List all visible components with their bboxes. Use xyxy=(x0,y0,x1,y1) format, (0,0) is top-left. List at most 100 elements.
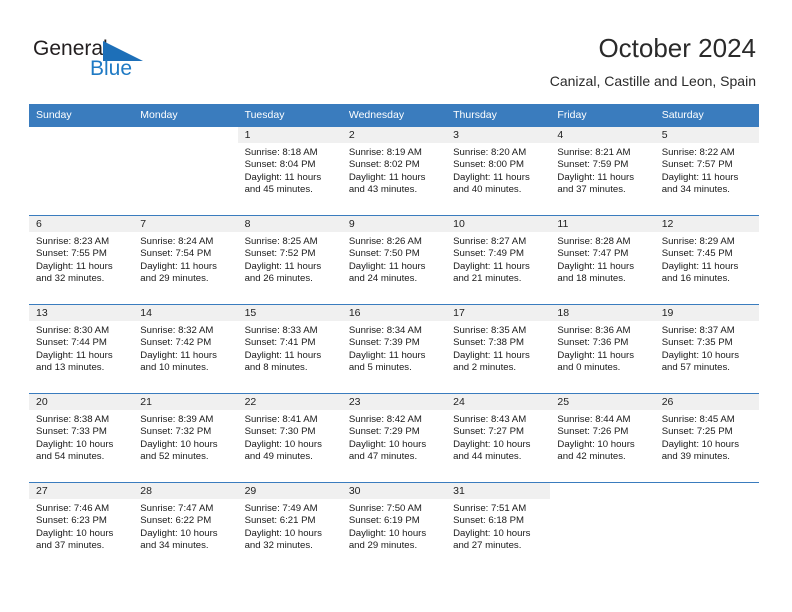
day-cell[interactable]: 25 Sunrise: 8:44 AM Sunset: 7:26 PM Dayligh… xyxy=(550,393,655,482)
sunrise-text: Sunrise: 8:39 AM xyxy=(140,414,214,425)
day-number: 22 xyxy=(237,394,342,410)
day-cell[interactable]: 17 Sunrise: 8:35 AM Sunset: 7:38 PM Dayligh… xyxy=(446,304,551,393)
calendar-week-row: 27 Sunrise: 7:46 AM Sunset: 6:23 PM Dayligh… xyxy=(29,482,759,571)
day-number: 12 xyxy=(654,216,759,232)
weekday-header-monday: Monday xyxy=(133,104,238,126)
day-details: Sunrise: 8:18 AM Sunset: 8:04 PM Daylight:… xyxy=(238,143,342,196)
day-cell[interactable]: 30 Sunrise: 7:50 AM Sunset: 6:19 PM Dayligh… xyxy=(341,482,447,571)
daylight-text-line2: and 52 minutes. xyxy=(140,450,209,462)
sunset-text: Sunset: 8:00 PM xyxy=(453,159,525,171)
day-cell[interactable]: 7 Sunrise: 8:24 AM Sunset: 7:54 PM Daylight… xyxy=(133,215,238,304)
day-cell-empty xyxy=(550,482,655,571)
daylight-text-line1: Daylight: 11 hours xyxy=(557,171,635,183)
daylight-text-line1: Daylight: 11 hours xyxy=(453,171,530,183)
sunrise-text: Sunrise: 8:19 AM xyxy=(348,147,422,158)
sunrise-text: Sunrise: 8:33 AM xyxy=(244,325,318,336)
day-details: Sunrise: 8:21 AM Sunset: 7:59 PM Daylight:… xyxy=(550,143,654,196)
sunrise-text: Sunrise: 8:26 AM xyxy=(348,236,422,247)
day-details: Sunrise: 8:26 AM Sunset: 7:50 PM Daylight:… xyxy=(342,232,446,285)
daylight-text-line1: Daylight: 11 hours xyxy=(348,171,426,183)
day-number: 5 xyxy=(654,127,759,143)
sunset-text: Sunset: 6:21 PM xyxy=(244,515,316,527)
day-cell[interactable]: 26 Sunrise: 8:45 AM Sunset: 7:25 PM Dayligh… xyxy=(654,393,759,482)
calendar-cell: 30 Sunrise: 7:50 AM Sunset: 6:19 PM Dayligh… xyxy=(341,482,447,571)
sunrise-text: Sunrise: 8:45 AM xyxy=(661,414,735,425)
day-cell[interactable]: 19 Sunrise: 8:37 AM Sunset: 7:35 PM Dayligh… xyxy=(654,304,759,393)
day-number: 10 xyxy=(446,216,551,232)
day-details: Sunrise: 8:23 AM Sunset: 7:55 PM Daylight:… xyxy=(29,232,133,285)
day-cell[interactable]: 16 Sunrise: 8:34 AM Sunset: 7:39 PM Dayligh… xyxy=(341,304,447,393)
day-cell[interactable]: 21 Sunrise: 8:39 AM Sunset: 7:32 PM Dayligh… xyxy=(133,393,238,482)
brand-logo[interactable]: General Blue xyxy=(33,37,213,85)
daylight-text-line1: Daylight: 10 hours xyxy=(140,438,218,450)
sunrise-text: Sunrise: 8:42 AM xyxy=(348,414,422,425)
day-cell[interactable]: 5 Sunrise: 8:22 AM Sunset: 7:57 PM Daylight… xyxy=(654,126,759,215)
sunrise-text: Sunrise: 7:46 AM xyxy=(36,503,110,514)
day-details: Sunrise: 8:42 AM Sunset: 7:29 PM Daylight:… xyxy=(342,410,446,463)
calendar-cell xyxy=(654,482,759,571)
daylight-text-line2: and 29 minutes. xyxy=(140,272,209,284)
calendar-cell: 21 Sunrise: 8:39 AM Sunset: 7:32 PM Dayligh… xyxy=(133,393,238,482)
day-cell[interactable]: 4 Sunrise: 8:21 AM Sunset: 7:59 PM Daylight… xyxy=(550,126,655,215)
daylight-text-line2: and 26 minutes. xyxy=(244,272,313,284)
sunset-text: Sunset: 7:54 PM xyxy=(140,248,212,260)
daylight-text-line1: Daylight: 10 hours xyxy=(244,527,322,539)
calendar-cell: 13 Sunrise: 8:30 AM Sunset: 7:44 PM Dayligh… xyxy=(29,304,134,393)
calendar-cell xyxy=(29,126,134,215)
sunrise-text: Sunrise: 8:25 AM xyxy=(244,236,318,247)
sunset-text: Sunset: 7:57 PM xyxy=(661,159,733,171)
daylight-text-line1: Daylight: 11 hours xyxy=(244,349,322,361)
day-cell[interactable]: 11 Sunrise: 8:28 AM Sunset: 7:47 PM Dayligh… xyxy=(550,215,655,304)
day-cell[interactable]: 27 Sunrise: 7:46 AM Sunset: 6:23 PM Dayligh… xyxy=(29,482,134,571)
sunrise-text: Sunrise: 8:38 AM xyxy=(36,414,110,425)
daylight-text-line1: Daylight: 10 hours xyxy=(348,438,427,450)
calendar-cell: 29 Sunrise: 7:49 AM Sunset: 6:21 PM Dayligh… xyxy=(237,482,342,571)
day-cell[interactable]: 28 Sunrise: 7:47 AM Sunset: 6:22 PM Dayligh… xyxy=(133,482,238,571)
sunrise-text: Sunrise: 8:32 AM xyxy=(140,325,214,336)
day-cell[interactable]: 1 Sunrise: 8:18 AM Sunset: 8:04 PM Daylight… xyxy=(237,126,342,215)
day-number: 8 xyxy=(237,216,342,232)
day-details: Sunrise: 8:44 AM Sunset: 7:26 PM Daylight:… xyxy=(550,410,654,463)
day-cell[interactable]: 10 Sunrise: 8:27 AM Sunset: 7:49 PM Dayligh… xyxy=(446,215,551,304)
weekday-header-saturday: Saturday xyxy=(654,104,759,126)
calendar-cell: 25 Sunrise: 8:44 AM Sunset: 7:26 PM Dayligh… xyxy=(550,393,655,482)
sunrise-text: Sunrise: 8:44 AM xyxy=(557,414,631,425)
day-cell[interactable]: 23 Sunrise: 8:42 AM Sunset: 7:29 PM Dayligh… xyxy=(341,393,447,482)
day-details: Sunrise: 8:27 AM Sunset: 7:49 PM Daylight:… xyxy=(446,232,550,285)
day-cell[interactable]: 24 Sunrise: 8:43 AM Sunset: 7:27 PM Dayligh… xyxy=(446,393,551,482)
day-cell[interactable]: 15 Sunrise: 8:33 AM Sunset: 7:41 PM Dayligh… xyxy=(237,304,342,393)
sunset-text: Sunset: 7:30 PM xyxy=(244,426,316,438)
daylight-text-line2: and 39 minutes. xyxy=(661,450,730,462)
day-details: Sunrise: 7:50 AM Sunset: 6:19 PM Daylight:… xyxy=(342,499,446,552)
day-cell[interactable]: 18 Sunrise: 8:36 AM Sunset: 7:36 PM Dayligh… xyxy=(550,304,655,393)
day-cell[interactable]: 20 Sunrise: 8:38 AM Sunset: 7:33 PM Dayligh… xyxy=(29,393,134,482)
day-cell[interactable]: 13 Sunrise: 8:30 AM Sunset: 7:44 PM Dayligh… xyxy=(29,304,134,393)
calendar-cell: 26 Sunrise: 8:45 AM Sunset: 7:25 PM Dayligh… xyxy=(654,393,759,482)
day-number: 2 xyxy=(341,127,447,143)
day-details: Sunrise: 8:28 AM Sunset: 7:47 PM Daylight:… xyxy=(550,232,654,285)
day-cell[interactable]: 12 Sunrise: 8:29 AM Sunset: 7:45 PM Dayligh… xyxy=(654,215,759,304)
day-cell[interactable]: 9 Sunrise: 8:26 AM Sunset: 7:50 PM Daylight… xyxy=(341,215,447,304)
day-cell-empty xyxy=(654,482,759,571)
daylight-text-line2: and 2 minutes. xyxy=(453,361,517,373)
day-cell[interactable]: 14 Sunrise: 8:32 AM Sunset: 7:42 PM Dayligh… xyxy=(133,304,238,393)
day-cell[interactable]: 8 Sunrise: 8:25 AM Sunset: 7:52 PM Daylight… xyxy=(237,215,342,304)
day-cell[interactable]: 2 Sunrise: 8:19 AM Sunset: 8:02 PM Daylight… xyxy=(341,126,447,215)
sunset-text: Sunset: 7:42 PM xyxy=(140,337,212,349)
day-cell[interactable]: 6 Sunrise: 8:23 AM Sunset: 7:55 PM Daylight… xyxy=(29,215,134,304)
calendar-cell: 2 Sunrise: 8:19 AM Sunset: 8:02 PM Daylight… xyxy=(341,126,447,215)
day-cell[interactable]: 22 Sunrise: 8:41 AM Sunset: 7:30 PM Dayligh… xyxy=(237,393,342,482)
daylight-text-line1: Daylight: 11 hours xyxy=(661,171,739,183)
daylight-text-line1: Daylight: 11 hours xyxy=(140,260,217,272)
sunset-text: Sunset: 6:19 PM xyxy=(348,515,420,527)
daylight-text-line1: Daylight: 11 hours xyxy=(453,349,530,361)
sunrise-text: Sunrise: 8:20 AM xyxy=(453,147,527,158)
calendar-week-row: 20 Sunrise: 8:38 AM Sunset: 7:33 PM Dayligh… xyxy=(29,393,759,482)
daylight-text-line2: and 0 minutes. xyxy=(557,361,621,373)
daylight-text-line1: Daylight: 10 hours xyxy=(140,527,218,539)
daylight-text-line2: and 16 minutes. xyxy=(661,272,730,284)
day-cell[interactable]: 31 Sunrise: 7:51 AM Sunset: 6:18 PM Dayligh… xyxy=(446,482,551,571)
day-cell[interactable]: 29 Sunrise: 7:49 AM Sunset: 6:21 PM Dayligh… xyxy=(237,482,342,571)
sunset-text: Sunset: 7:47 PM xyxy=(557,248,629,260)
day-cell[interactable]: 3 Sunrise: 8:20 AM Sunset: 8:00 PM Daylight… xyxy=(446,126,551,215)
